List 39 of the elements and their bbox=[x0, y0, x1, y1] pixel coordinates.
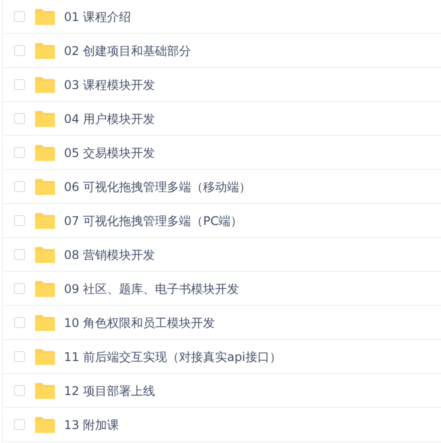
folder-icon bbox=[35, 144, 55, 160]
folder-name[interactable]: 03 课程模块开发 bbox=[64, 76, 156, 94]
checkbox[interactable] bbox=[14, 215, 25, 226]
folder-name[interactable]: 01 课程介绍 bbox=[64, 8, 132, 26]
checkbox[interactable] bbox=[14, 79, 25, 90]
folder-name[interactable]: 11 前后端交互实现（对接真实api接口） bbox=[64, 348, 282, 366]
checkbox[interactable] bbox=[14, 249, 25, 260]
folder-icon bbox=[35, 76, 55, 92]
folder-name[interactable]: 12 项目部署上线 bbox=[64, 382, 156, 400]
folder-icon bbox=[35, 416, 55, 432]
folder-name[interactable]: 07 可视化拖拽管理多端（PC端） bbox=[64, 212, 243, 230]
checkbox[interactable] bbox=[14, 11, 25, 22]
folder-icon bbox=[35, 382, 55, 398]
checkbox[interactable] bbox=[14, 283, 25, 294]
folder-icon bbox=[35, 348, 55, 364]
folder-icon bbox=[35, 314, 55, 330]
folder-name[interactable]: 08 营销模块开发 bbox=[64, 246, 156, 264]
checkbox[interactable] bbox=[14, 147, 25, 158]
folder-name[interactable]: 06 可视化拖拽管理多端（移动端） bbox=[64, 178, 252, 196]
folder-name[interactable]: 09 社区、题库、电子书模块开发 bbox=[64, 280, 240, 298]
folder-icon bbox=[35, 280, 55, 296]
checkbox[interactable] bbox=[14, 351, 25, 362]
folder-name[interactable]: 05 交易模块开发 bbox=[64, 144, 156, 162]
folder-icon bbox=[35, 8, 55, 24]
folder-icon bbox=[35, 212, 55, 228]
folder-name[interactable]: 10 角色权限和员工模块开发 bbox=[64, 314, 216, 332]
checkbox[interactable] bbox=[14, 113, 25, 124]
checkbox[interactable] bbox=[14, 181, 25, 192]
folder-icon bbox=[35, 178, 55, 194]
checkbox[interactable] bbox=[14, 317, 25, 328]
folder-icon bbox=[35, 110, 55, 126]
folder-name[interactable]: 02 创建项目和基础部分 bbox=[64, 42, 192, 60]
checkbox[interactable] bbox=[14, 45, 25, 56]
folder-name[interactable]: 04 用户模块开发 bbox=[64, 110, 156, 128]
checkbox[interactable] bbox=[14, 419, 25, 430]
checkbox[interactable] bbox=[14, 385, 25, 396]
folder-icon bbox=[35, 42, 55, 58]
folder-name[interactable]: 13 附加课 bbox=[64, 416, 120, 434]
folder-icon bbox=[35, 246, 55, 262]
